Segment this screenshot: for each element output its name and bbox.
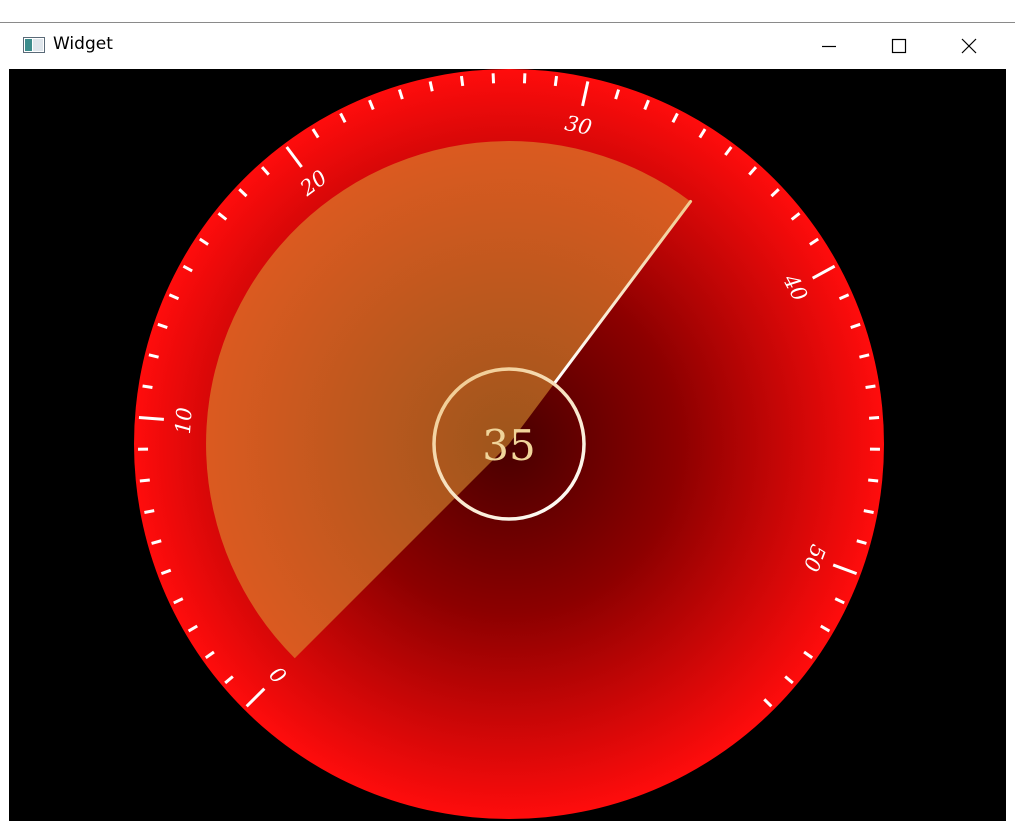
minimize-button[interactable]	[806, 23, 852, 69]
gauge-minor-tick	[868, 416, 880, 420]
gauge-minor-tick	[144, 509, 155, 514]
window-app-icon	[23, 37, 45, 53]
gauge-major-tick	[138, 416, 164, 421]
minimize-icon	[822, 45, 836, 48]
gauge-minor-tick	[868, 478, 879, 483]
gauge-minor-tick	[865, 384, 876, 390]
close-icon	[961, 38, 977, 54]
gauge-minor-tick	[553, 75, 559, 87]
title-bar[interactable]: Widget	[0, 23, 1015, 69]
gauge-minor-tick	[139, 478, 150, 483]
gauge-minor-tick	[142, 384, 153, 390]
window-title: Widget	[53, 34, 113, 54]
application-window: Widget 0 10 20 30 40 50 35	[0, 0, 1015, 839]
gauge-dial[interactable]: 01020304050 35	[9, 69, 1006, 821]
gauge-value-readout: 35	[482, 421, 535, 470]
gauge-scale-label: 10	[171, 407, 197, 435]
widget-canvas: 0 10 20 30 40 50 35	[9, 69, 1006, 821]
gauge-minor-tick	[428, 81, 434, 92]
gauge-minor-tick	[863, 509, 874, 514]
gauge-minor-tick	[459, 75, 465, 87]
maximize-button[interactable]	[876, 23, 922, 69]
close-button[interactable]	[946, 23, 992, 69]
maximize-icon	[891, 38, 907, 54]
